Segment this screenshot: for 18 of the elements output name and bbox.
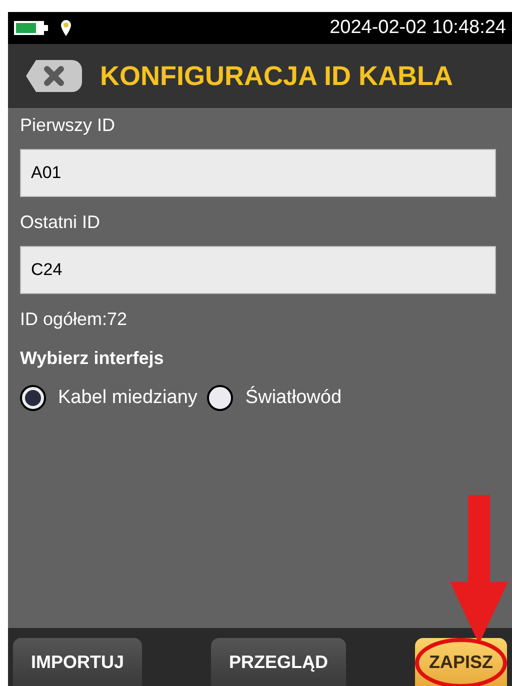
footer-button[interactable]: IMPORTUJ <box>13 638 142 686</box>
battery-icon <box>14 20 50 36</box>
total-count: ID ogółem:72 <box>20 308 128 331</box>
input-field[interactable]: C24 <box>20 246 496 294</box>
radio-button[interactable] <box>20 385 46 412</box>
close-icon <box>43 65 65 87</box>
radio-option[interactable]: Światłowód <box>207 384 342 412</box>
radio-button[interactable] <box>207 385 234 412</box>
field-label: Pierwszy ID <box>20 114 116 137</box>
input-field[interactable]: A01 <box>20 149 496 197</box>
field-label: Ostatni ID <box>20 211 102 234</box>
radio-option[interactable]: Kabel miedziany <box>20 384 198 412</box>
footer-button[interactable]: PRZEGLĄD <box>211 638 346 686</box>
section-title: Wybierz interfejs <box>20 347 165 370</box>
location-pin-icon <box>60 19 72 37</box>
back-button[interactable] <box>26 60 82 92</box>
screen-title: KONFIGURACJA ID KABLA <box>100 60 453 93</box>
date-time: 2024-02-02 10:48:24 <box>330 16 506 40</box>
